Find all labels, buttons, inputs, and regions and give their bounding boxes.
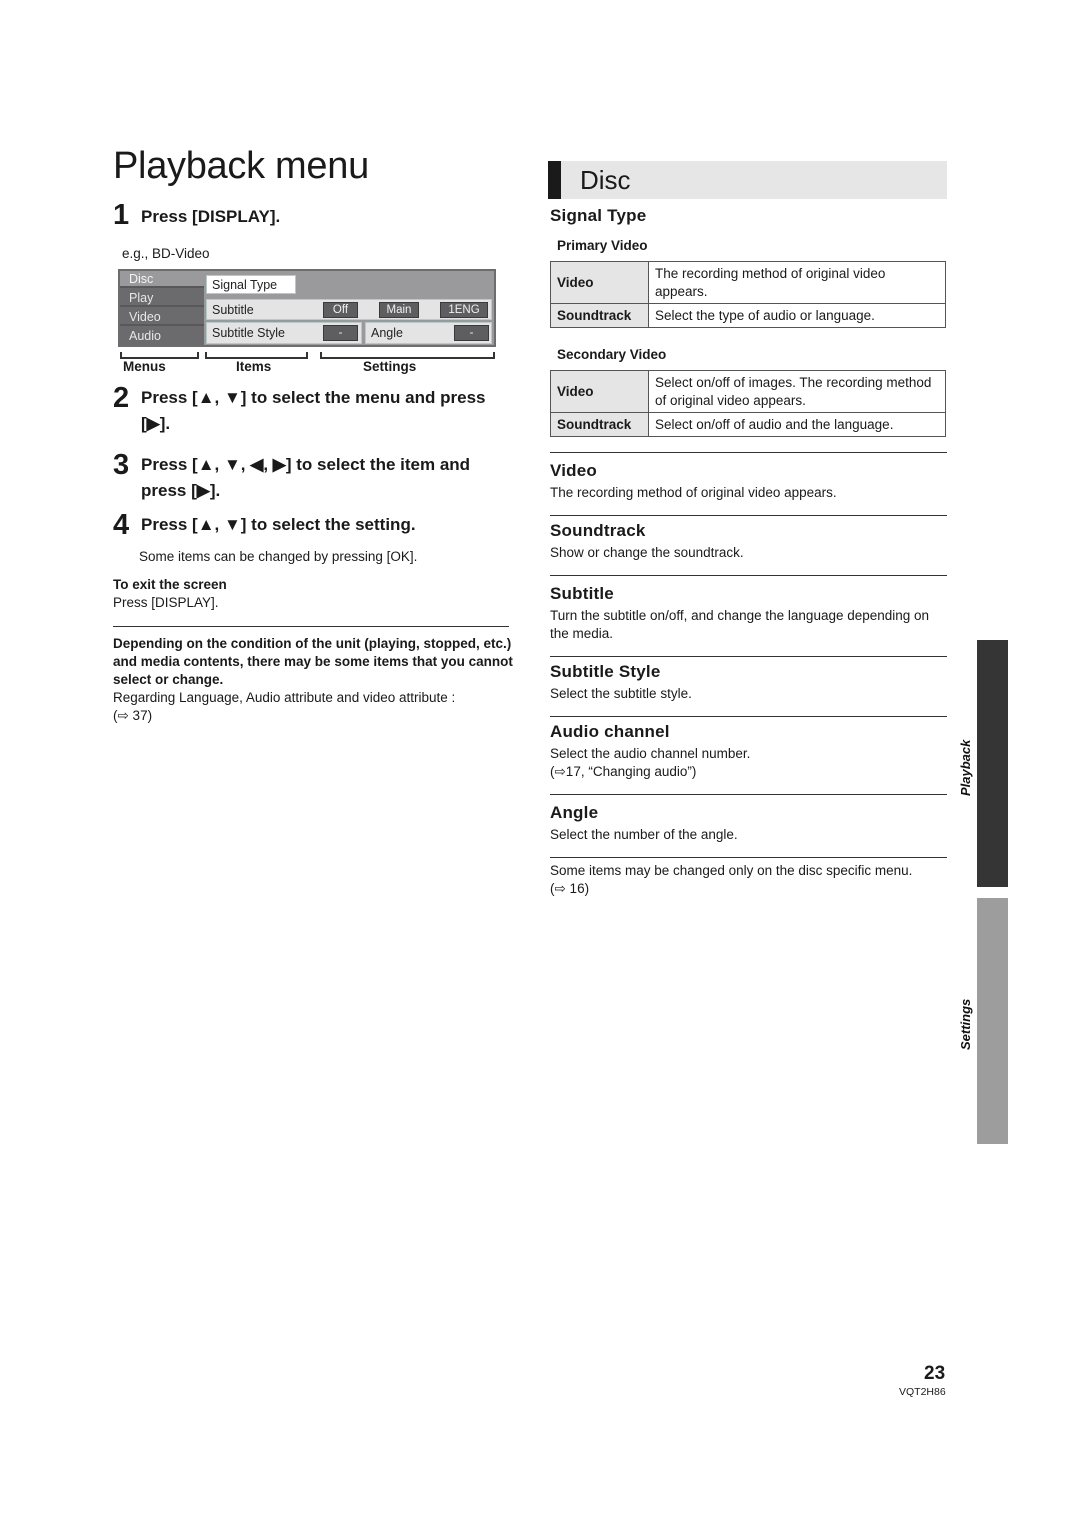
side-tab-playback[interactable] <box>977 640 1008 887</box>
desc-subtitle-style: Select the subtitle style. <box>550 686 692 701</box>
heading-subtitle: Subtitle <box>550 584 614 603</box>
step-number: 3 <box>113 449 130 481</box>
step-number: 2 <box>113 382 130 414</box>
osd-menu-play: Play <box>120 290 204 307</box>
side-tab-settings-label: Settings <box>958 998 973 1050</box>
heading-audio-channel: Audio channel <box>550 722 670 741</box>
desc-audio-channel-text: Select the audio channel number. <box>550 746 751 761</box>
page-title: Playback menu <box>113 145 369 187</box>
heading-video: Video <box>550 461 597 480</box>
table-value: Select the type of audio or language. <box>648 303 946 328</box>
divider <box>550 575 947 576</box>
heading-secondary-video: Secondary Video <box>557 347 667 362</box>
osd-value-angle: - <box>454 325 489 341</box>
step-3: 3 Press [▲, ▼, ◀, ▶] to select the item … <box>113 450 513 504</box>
audio-channel-reference-link[interactable]: (⇨17, “Changing audio”) <box>550 763 947 781</box>
osd-item-signal-type: Signal Type <box>206 275 296 294</box>
desc-subtitle: Turn the subtitle on/off, and change the… <box>550 608 930 641</box>
ok-note: Some items can be changed by pressing [O… <box>139 549 418 564</box>
osd-menu-audio: Audio <box>129 329 161 343</box>
table-key: Video <box>550 370 649 413</box>
legend-settings: Settings <box>363 359 417 374</box>
osd-item-subtitle-label: Subtitle <box>212 303 254 317</box>
step-1: 1 Press [DISPLAY]. <box>113 200 513 230</box>
table-key: Video <box>550 261 649 304</box>
secondary-video-table: Video Select on/off of images. The recor… <box>550 370 946 437</box>
osd-menu-video: Video <box>120 309 204 326</box>
footer-reference-link[interactable]: (⇨ 16) <box>550 880 947 898</box>
heading-subtitle-style: Subtitle Style <box>550 662 661 681</box>
table-value: Select on/off of images. The recording m… <box>648 370 946 413</box>
condition-reference-link[interactable]: (⇨ 37) <box>113 707 513 725</box>
footer-note: Some items may be changed only on the di… <box>550 862 947 898</box>
heading-soundtrack: Soundtrack <box>550 521 646 540</box>
section-header-disc: Disc <box>548 161 947 199</box>
osd-value-subtitle-lang: 1ENG <box>440 302 488 318</box>
table-key: Soundtrack <box>550 303 649 328</box>
exit-body: Press [DISPLAY]. <box>113 595 219 610</box>
header-accent-bar <box>548 161 561 199</box>
osd-menu-disc: Disc <box>120 271 204 288</box>
condition-reference: Regarding Language, Audio attribute and … <box>113 689 513 725</box>
heading-primary-video: Primary Video <box>557 238 648 253</box>
legend-menus: Menus <box>123 359 166 374</box>
step-text: Press [▲, ▼, ◀, ▶] to select the item an… <box>141 455 471 500</box>
divider <box>113 626 509 627</box>
legend-items: Items <box>236 359 272 374</box>
condition-reference-text: Regarding Language, Audio attribute and … <box>113 690 456 705</box>
page-number: 23 <box>924 1363 946 1384</box>
step-4: 4 Press [▲, ▼] to select the setting. <box>113 509 513 541</box>
bracket-items <box>205 352 308 359</box>
bracket-menus <box>120 352 199 359</box>
exit-title: To exit the screen <box>113 577 227 592</box>
osd-value-subtitle-off: Off <box>323 302 358 318</box>
step-number: 4 <box>113 509 130 541</box>
divider <box>550 452 947 453</box>
table-row: Soundtrack Select the type of audio or l… <box>550 303 946 328</box>
desc-angle: Select the number of the angle. <box>550 827 738 842</box>
step-text: Press [DISPLAY]. <box>141 207 281 226</box>
table-value: Select on/off of audio and the language. <box>648 412 946 437</box>
osd-menu-example: Disc Play Video Audio Signal Type Subtit… <box>118 269 496 347</box>
table-key: Soundtrack <box>550 412 649 437</box>
divider <box>550 716 947 717</box>
condition-note: Depending on the condition of the unit (… <box>113 636 513 687</box>
divider <box>550 857 947 858</box>
osd-menu-list: Disc Play Video Audio <box>120 271 204 345</box>
divider <box>550 656 947 657</box>
side-tab-settings[interactable] <box>977 898 1008 1144</box>
desc-soundtrack: Show or change the soundtrack. <box>550 545 744 560</box>
document-code: VQT2H86 <box>899 1386 946 1398</box>
divider <box>550 515 947 516</box>
heading-angle: Angle <box>550 803 599 822</box>
desc-audio-channel: Select the audio channel number. (⇨17, “… <box>550 745 947 781</box>
osd-value-subtitle-style: - <box>323 325 358 341</box>
osd-value-subtitle-main: Main <box>379 302 419 318</box>
desc-video: The recording method of original video a… <box>550 485 837 500</box>
example-label: e.g., BD-Video <box>122 246 210 261</box>
divider <box>550 794 947 795</box>
section-title: Disc <box>580 165 631 195</box>
step-text: Press [▲, ▼] to select the setting. <box>141 515 416 534</box>
table-row: Soundtrack Select on/off of audio and th… <box>550 412 946 437</box>
heading-signal-type: Signal Type <box>550 206 647 225</box>
step-number: 1 <box>113 199 130 231</box>
footer-note-text: Some items may be changed only on the di… <box>550 863 913 878</box>
side-tab-playback-label: Playback <box>958 739 973 796</box>
step-text: Press [▲, ▼] to select the menu and pres… <box>141 388 486 433</box>
table-value: The recording method of original video a… <box>648 261 946 304</box>
primary-video-table: Video The recording method of original v… <box>550 261 946 328</box>
bracket-settings <box>320 352 495 359</box>
step-2: 2 Press [▲, ▼] to select the menu and pr… <box>113 383 513 437</box>
table-row: Video The recording method of original v… <box>550 261 946 304</box>
table-row: Video Select on/off of images. The recor… <box>550 370 946 413</box>
